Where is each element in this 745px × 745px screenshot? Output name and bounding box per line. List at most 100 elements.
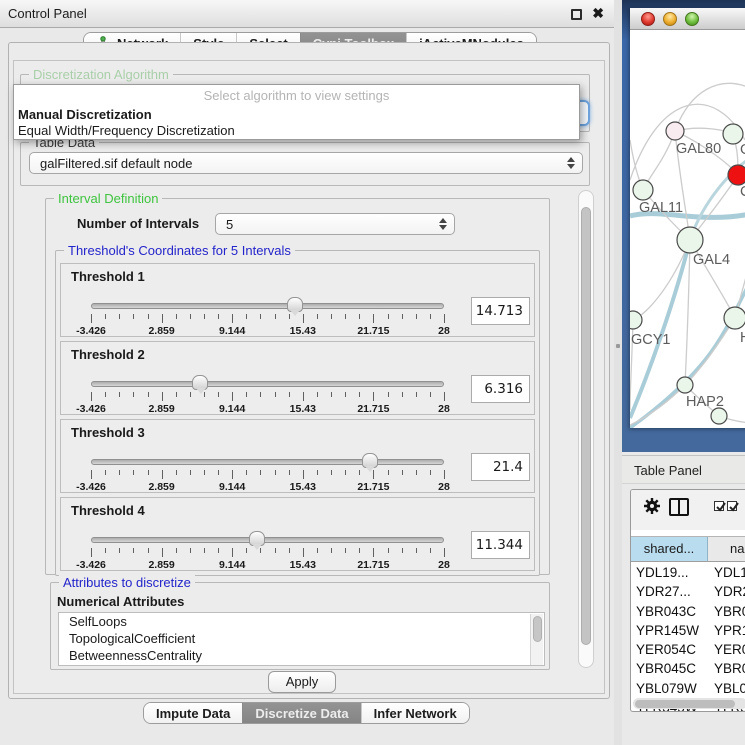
threshold-3-panel: Threshold 3-3.4262.8599.14415.4321.71528…	[60, 419, 535, 493]
slider-thumb[interactable]	[362, 453, 378, 468]
checkbox-1-icon[interactable]	[714, 501, 724, 511]
slider-thumb[interactable]	[287, 297, 303, 312]
slider-tick	[275, 392, 276, 397]
slider-tick	[91, 548, 92, 557]
settings-scrollbar[interactable]	[578, 190, 594, 668]
zoom-traffic-light-icon[interactable]	[685, 12, 699, 26]
node-red-selected[interactable]	[728, 165, 745, 185]
settings-scrollbar-thumb[interactable]	[581, 207, 591, 645]
threshold-value-box[interactable]: 6.316	[471, 375, 530, 403]
table-zone: shared... na YDL19... YDL1 YDR27... YDR2…	[622, 484, 745, 745]
slider-tick	[402, 392, 403, 397]
table-row[interactable]: YBL079W YBL0	[631, 679, 745, 698]
close-traffic-light-icon[interactable]	[641, 12, 655, 26]
node-gal11[interactable]	[633, 180, 653, 200]
node-label-gcy1: GCY1	[631, 332, 671, 348]
threshold-slider: -3.4262.8599.14415.4321.71528	[61, 420, 534, 492]
slider-tick	[133, 392, 134, 397]
table-row[interactable]: YDR27... YDR2	[631, 582, 745, 601]
table-row[interactable]: YBR045C YBR0	[631, 659, 745, 678]
slider-track[interactable]	[91, 459, 444, 465]
table-row[interactable]: YBR043C YBR0	[631, 602, 745, 621]
slider-thumb[interactable]	[192, 375, 208, 390]
slider-tick	[190, 548, 191, 553]
network-canvas[interactable]: GAL80 GA C GAL11 GAL4 GCY1 H HAP2	[630, 30, 745, 428]
tick-label: 9.144	[219, 325, 245, 337]
divider-handle[interactable]	[616, 344, 620, 348]
slider-track[interactable]	[91, 381, 444, 387]
table-row[interactable]: YDL19... YDL1	[631, 563, 745, 582]
slider-tick	[402, 548, 403, 553]
threshold-value-box[interactable]: 11.344	[471, 531, 530, 559]
attributes-scrollbar-thumb[interactable]	[533, 616, 542, 642]
dropdown-option-manual[interactable]: Manual Discretization	[18, 107, 152, 122]
table-data-combobox[interactable]: galFiltered.sif default node	[29, 152, 583, 174]
tick-label: 28	[438, 559, 450, 571]
table-hscrollbar-thumb[interactable]	[635, 700, 735, 708]
close-icon[interactable]: ✖	[592, 5, 604, 22]
table-header-row: shared... na	[631, 536, 745, 562]
slider-tick	[373, 392, 374, 401]
num-intervals-combobox[interactable]: 5	[215, 213, 455, 235]
cell-shared-name: YPR145W	[631, 621, 708, 640]
split-columns-icon[interactable]	[669, 498, 689, 516]
node-hap2[interactable]	[677, 377, 693, 393]
slider-tick	[204, 314, 205, 319]
minimize-traffic-light-icon[interactable]	[663, 12, 677, 26]
gear-icon[interactable]	[643, 497, 661, 518]
slider-track[interactable]	[91, 537, 444, 543]
slider-tick	[119, 548, 120, 553]
slider-tick	[444, 314, 445, 323]
slider-tick	[218, 548, 219, 553]
attribute-list-item[interactable]: TopologicalCoefficient	[59, 630, 544, 647]
tick-label: 21.715	[357, 403, 389, 415]
slider-tick	[91, 392, 92, 401]
apply-button[interactable]: Apply	[268, 671, 336, 693]
slider-tick	[190, 470, 191, 475]
column-header-name[interactable]: na	[708, 537, 745, 561]
tick-label: -3.426	[76, 559, 106, 571]
table-body: YDL19... YDL1 YDR27... YDR2 YBR043C YBR0…	[631, 563, 745, 712]
attribute-list-item[interactable]: SelfLoops	[59, 613, 544, 630]
node-label-h-cut: H	[740, 330, 745, 346]
node-gcy1[interactable]	[630, 311, 642, 329]
slider-tick	[345, 548, 346, 553]
node-gal4[interactable]	[677, 227, 703, 253]
column-header-shared-name[interactable]: shared...	[631, 537, 708, 561]
attributes-scrollbar[interactable]	[530, 614, 543, 666]
float-window-icon[interactable]	[571, 9, 582, 20]
node-h[interactable]	[724, 307, 745, 329]
network-window: GAL80 GA C GAL11 GAL4 GCY1 H HAP2	[630, 8, 745, 428]
tick-label: 9.144	[219, 481, 245, 493]
threshold-value-box[interactable]: 21.4	[471, 453, 530, 481]
slider-tick	[275, 548, 276, 553]
slider-tick	[260, 392, 261, 397]
algorithm-dropdown-popup: Select algorithm to view settings Manual…	[13, 84, 580, 140]
slider-track[interactable]	[91, 303, 444, 309]
slider-tick	[246, 392, 247, 397]
table-row[interactable]: YER054C YER0	[631, 640, 745, 659]
network-window-titlebar[interactable]	[630, 8, 745, 30]
slider-tick	[148, 470, 149, 475]
tab-infer-network[interactable]: Infer Network	[361, 703, 469, 723]
node-bottom[interactable]	[711, 408, 727, 424]
panel-divider[interactable]	[614, 0, 622, 745]
table-hscrollbar[interactable]	[633, 698, 745, 709]
tick-label: 21.715	[357, 325, 389, 337]
slider-tick	[232, 470, 233, 479]
node-gal80[interactable]	[666, 122, 684, 140]
node-top-right[interactable]	[723, 124, 743, 144]
dropdown-option-equal-width[interactable]: Equal Width/Frequency Discretization	[18, 123, 235, 138]
cell-name: YBL0	[708, 679, 745, 698]
tick-label: 15.43	[290, 559, 316, 571]
tab-discretize-data[interactable]: Discretize Data	[242, 703, 360, 723]
attribute-list-item[interactable]: BetweennessCentrality	[59, 647, 544, 664]
table-row[interactable]: YPR145W YPR1	[631, 621, 745, 640]
slider-tick	[331, 470, 332, 475]
threshold-value-box[interactable]: 14.713	[471, 297, 530, 325]
threshold-slider: -3.4262.8599.14415.4321.71528	[61, 264, 534, 336]
tab-impute-data[interactable]: Impute Data	[144, 703, 242, 723]
table-panel-bar: Table Panel	[622, 455, 745, 484]
slider-thumb[interactable]	[249, 531, 265, 546]
checkbox-2-icon[interactable]	[727, 501, 737, 511]
